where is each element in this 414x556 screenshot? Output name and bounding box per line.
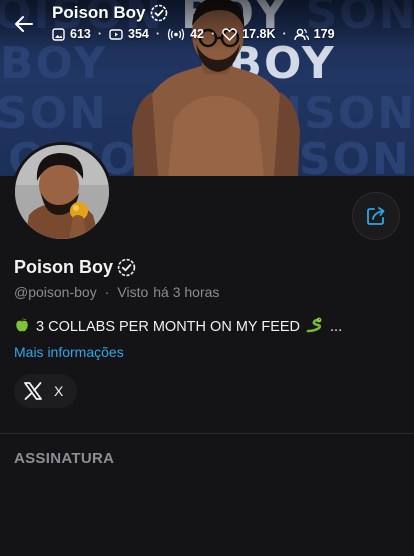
stat-likes: 17.8K — [222, 27, 276, 41]
handle-separator: · — [104, 284, 110, 300]
last-seen-label: Visto — [117, 284, 149, 300]
header-title: Poison Boy — [52, 3, 168, 23]
stat-fans-count: 179 — [313, 27, 335, 41]
profile-bio: 3 COLLABS PER MONTH ON MY FEED ... — [14, 317, 342, 337]
green-apple-icon — [14, 317, 30, 337]
header-stats: 613 · 354 · 42 · 17.8K · 179 — [52, 27, 335, 41]
video-icon — [109, 28, 123, 40]
stat-fans: 179 — [293, 27, 335, 41]
snake-icon — [306, 317, 324, 337]
stat-videos-count: 354 — [128, 27, 149, 41]
stat-separator: · — [97, 27, 103, 41]
x-logo-icon — [20, 378, 46, 404]
share-icon — [367, 207, 385, 225]
profile-name-row: Poison Boy — [14, 257, 136, 278]
heart-icon — [222, 27, 238, 41]
stat-separator: · — [282, 27, 287, 41]
stat-live: 42 — [167, 27, 204, 41]
header-name: Poison Boy — [52, 3, 146, 22]
verified-badge-icon — [150, 4, 168, 22]
profile-handle: @poison-boy — [14, 284, 97, 300]
stat-separator: · — [155, 27, 161, 41]
stat-likes-count: 17.8K — [242, 27, 276, 41]
share-button[interactable] — [352, 192, 400, 240]
last-seen-time: há 3 horas — [153, 284, 220, 300]
avatar-image — [15, 145, 109, 239]
bio-ellipsis: ... — [330, 319, 343, 335]
more-info-link[interactable]: Mais informações — [14, 344, 124, 360]
social-link-x[interactable]: X — [14, 374, 78, 408]
users-icon — [293, 28, 309, 40]
stat-videos: 354 — [109, 27, 149, 41]
broadcast-icon — [167, 28, 185, 40]
section-divider — [0, 433, 414, 434]
back-button[interactable] — [10, 10, 38, 38]
stat-separator: · — [210, 27, 216, 41]
profile-handle-row: @poison-boy · Visto há 3 horas — [14, 284, 219, 300]
avatar[interactable] — [12, 142, 112, 242]
social-link-label: X — [54, 383, 64, 399]
profile-name: Poison Boy — [14, 257, 114, 277]
stat-live-count: 42 — [190, 27, 204, 41]
stat-photos: 613 — [52, 27, 91, 41]
bio-text: 3 COLLABS PER MONTH ON MY FEED — [36, 319, 301, 335]
verified-badge-icon — [117, 258, 136, 277]
stat-photos-count: 613 — [70, 27, 91, 41]
image-icon — [52, 27, 65, 41]
arrow-left-icon — [15, 16, 33, 32]
subscription-section-title: ASSINATURA — [14, 450, 115, 467]
